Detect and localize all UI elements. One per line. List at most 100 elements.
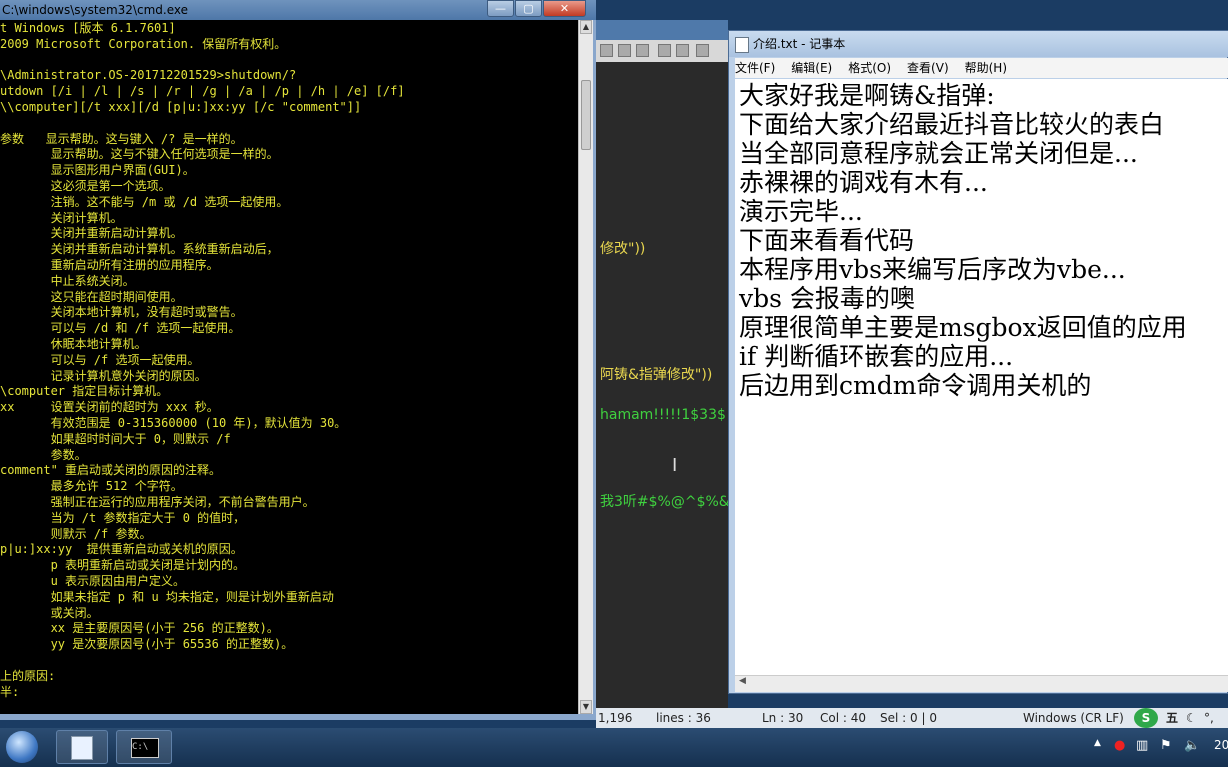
notepad-line: 演示完毕... (739, 197, 863, 226)
toolbar-icon[interactable] (636, 44, 649, 57)
notepad-titlebar[interactable]: 介绍.txt - 记事本 (729, 31, 1228, 57)
start-button[interactable] (6, 731, 38, 763)
cmd-line: 关闭本地计算机，没有超时或警告。 (0, 305, 243, 320)
toolbar-icon[interactable] (676, 44, 689, 57)
status-lines: lines : 36 (656, 711, 711, 725)
cmd-line: 这只能在超时期间使用。 (0, 289, 183, 304)
cmd-line: utdown [/i | /l | /s | /r | /g | /a | /p… (0, 84, 405, 99)
cmd-line: 当为 /t 参数指定大于 0 的值时， (0, 510, 246, 525)
text-cursor-icon: I (672, 455, 678, 476)
network-icon[interactable]: ▥ (1136, 738, 1148, 753)
cmd-line: \computer 指定目标计算机。 (0, 384, 169, 399)
cmd-line: 参数 显示帮助。这与键入 /? 是一样的。 (0, 131, 243, 146)
notepad-title: 介绍.txt - 记事本 (753, 37, 846, 51)
notepad-line: 本程序用vbs来编写后序改为vbe... (739, 255, 1126, 284)
volume-icon[interactable]: 🔈 (1184, 738, 1200, 753)
cmd-line: 可以与 /d 和 /f 选项一起使用。 (0, 321, 241, 336)
status-ln: Ln : 30 (762, 711, 804, 725)
notepad-line: 原理很简单主要是msgbox返回值的应用 (739, 313, 1187, 342)
scroll-thumb[interactable] (581, 80, 591, 150)
cmd-line: 这必须是第一个选项。 (0, 179, 171, 193)
cmd-scrollbar[interactable]: ▲ ▼ (578, 20, 593, 714)
taskbar-notepad-button[interactable] (56, 730, 108, 764)
ime-mode[interactable]: 五 (1166, 708, 1178, 728)
show-hidden-icons-icon[interactable]: ▲ (1094, 738, 1101, 748)
cmd-line: xx 设置关闭前的超时为 xxx 秒。 (0, 400, 219, 415)
cmd-line: u 表示原因由用户定义。 (0, 574, 186, 588)
action-center-icon[interactable]: ⚑ (1160, 738, 1172, 753)
punctuation-icon[interactable]: °, (1204, 708, 1214, 728)
cmd-line: 强制正在运行的应用程序关闭，不前台警告用户。 (0, 495, 315, 509)
cmd-line: comment" 重启动或关闭的原因的注释。 (0, 463, 222, 478)
toolbar-icon[interactable] (696, 44, 709, 57)
toolbar-icon[interactable] (658, 44, 671, 57)
notepad-window: 介绍.txt - 记事本 文件(F) 编辑(E) 格式(O) 查看(V) 帮助(H) 大… (728, 30, 1228, 694)
moon-icon[interactable]: ☾ (1186, 708, 1197, 728)
ime-logo-icon[interactable]: S (1134, 708, 1158, 728)
editor-statusbar: 1,196 lines : 36 Ln : 30 Col : 40 Sel : … (596, 708, 1228, 728)
cmd-line: 注销。这不能与 /m 或 /d 选项一起使用。 (0, 194, 289, 209)
close-button[interactable]: ✕ (543, 0, 586, 17)
cmd-line: 休眠本地计算机。 (0, 337, 147, 351)
cmd-line: 上的原因: (0, 668, 56, 683)
cmd-line: xx 是主要原因号(小于 256 的正整数)。 (0, 621, 279, 636)
cmd-line: 2009 Microsoft Corporation. 保留所有权利。 (0, 36, 287, 51)
status-eol: Windows (CR LF) (1023, 711, 1124, 725)
editor-toolbar (596, 40, 728, 62)
toolbar-icon[interactable] (600, 44, 613, 57)
notepad-line: vbs 会报毒的噢 (739, 284, 915, 313)
security-icon[interactable]: ● (1114, 738, 1125, 753)
cmd-line: 或关闭。 (0, 605, 99, 620)
cmd-line: \\computer][/t xxx][/d [p|u:]xx:yy [/c "… (0, 100, 362, 114)
cmd-titlebar[interactable]: C:\windows\system32\cmd.exe — ▢ ✕ (0, 0, 596, 20)
cmd-app-icon: C:\ (131, 738, 159, 758)
code-line: 我3听#$%@^$%& (600, 494, 730, 510)
scroll-up-icon[interactable]: ▲ (580, 20, 592, 34)
scroll-down-icon[interactable]: ▼ (580, 700, 592, 714)
cmd-line: 如果未指定 p 和 u 均未指定，则是计划外重新启动 (0, 589, 334, 604)
notepad-app-icon (71, 736, 93, 760)
cmd-line: 关闭并重新启动计算机。 (0, 226, 183, 241)
cmd-line: yy 是次要原因号(小于 65536 的正整数)。 (0, 637, 294, 652)
cmd-line: 可以与 /f 选项一起使用。 (0, 352, 200, 367)
cmd-line: t Windows [版本 6.1.7601] (0, 21, 176, 35)
notepad-line: 大家好我是啊铸&指弹: (739, 81, 995, 110)
cmd-line: p 表明重新启动或关闭是计划内的。 (0, 558, 246, 573)
maximize-button[interactable]: ▢ (515, 0, 542, 17)
status-col: Col : 40 (820, 711, 866, 725)
horizontal-scrollbar[interactable]: ◀ (735, 675, 1228, 692)
cmd-window: C:\windows\system32\cmd.exe — ▢ ✕ t Wind… (0, 0, 596, 720)
minimize-button[interactable]: — (487, 0, 514, 17)
status-sel: Sel : 0 | 0 (880, 711, 937, 725)
menu-view[interactable]: 查看(V) (907, 58, 949, 78)
status-length: 1,196 (598, 711, 633, 725)
cmd-line: p|u:]xx:yy 提供重新启动或关机的原因。 (0, 542, 243, 557)
menu-edit[interactable]: 编辑(E) (791, 58, 832, 78)
cmd-line: 如果超时时间大于 0，则默示 /f (0, 431, 231, 446)
menu-format[interactable]: 格式(O) (848, 58, 891, 78)
cmd-line: 有效范围是 0-315360000 (10 年)，默认值为 30。 (0, 416, 347, 430)
cmd-title: C:\windows\system32\cmd.exe (2, 3, 188, 17)
notepad-icon (735, 36, 749, 53)
cmd-line: 显示帮助。这与不键入任何选项是一样的。 (0, 147, 279, 162)
cmd-output[interactable]: t Windows [版本 6.1.7601] 2009 Microsoft Co… (0, 20, 578, 714)
taskbar: C:\ ▲ ● ▥ ⚑ 🔈 20 (0, 728, 1228, 767)
cmd-line: 最多允许 512 个字符。 (0, 479, 183, 494)
clock[interactable]: 20 (1214, 738, 1228, 752)
scroll-left-icon[interactable]: ◀ (739, 676, 746, 686)
notepad-text-area[interactable]: 大家好我是啊铸&指弹: 下面给大家介绍最近抖音比较火的表白 当全部同意程序就会正常关… (735, 79, 1228, 675)
notepad-line: 当全部同意程序就会正常关闭但是... (739, 139, 1138, 168)
cmd-line: 参数。 (0, 447, 87, 462)
code-line: 阿铸&指弹修改")) (600, 367, 713, 383)
code-line: 修改")) (600, 241, 646, 257)
cmd-line: 则默示 /f 参数。 (0, 526, 152, 541)
cmd-line: 显示图形用户界面(GUI)。 (0, 163, 195, 178)
notepad-line: if 判断循环嵌套的应用... (739, 342, 1014, 371)
taskbar-cmd-button[interactable]: C:\ (116, 730, 172, 764)
code-editor[interactable]: 修改")) 阿铸&指弹修改")) hamam!!!!!1$33$ 我3听#$%@… (596, 20, 730, 710)
notepad-line: 下面给大家介绍最近抖音比较火的表白 (739, 110, 1165, 139)
menu-file[interactable]: 文件(F) (735, 58, 775, 78)
menu-help[interactable]: 帮助(H) (965, 58, 1007, 78)
notepad-line: 赤裸裸的调戏有木有... (739, 168, 988, 197)
toolbar-icon[interactable] (618, 44, 631, 57)
